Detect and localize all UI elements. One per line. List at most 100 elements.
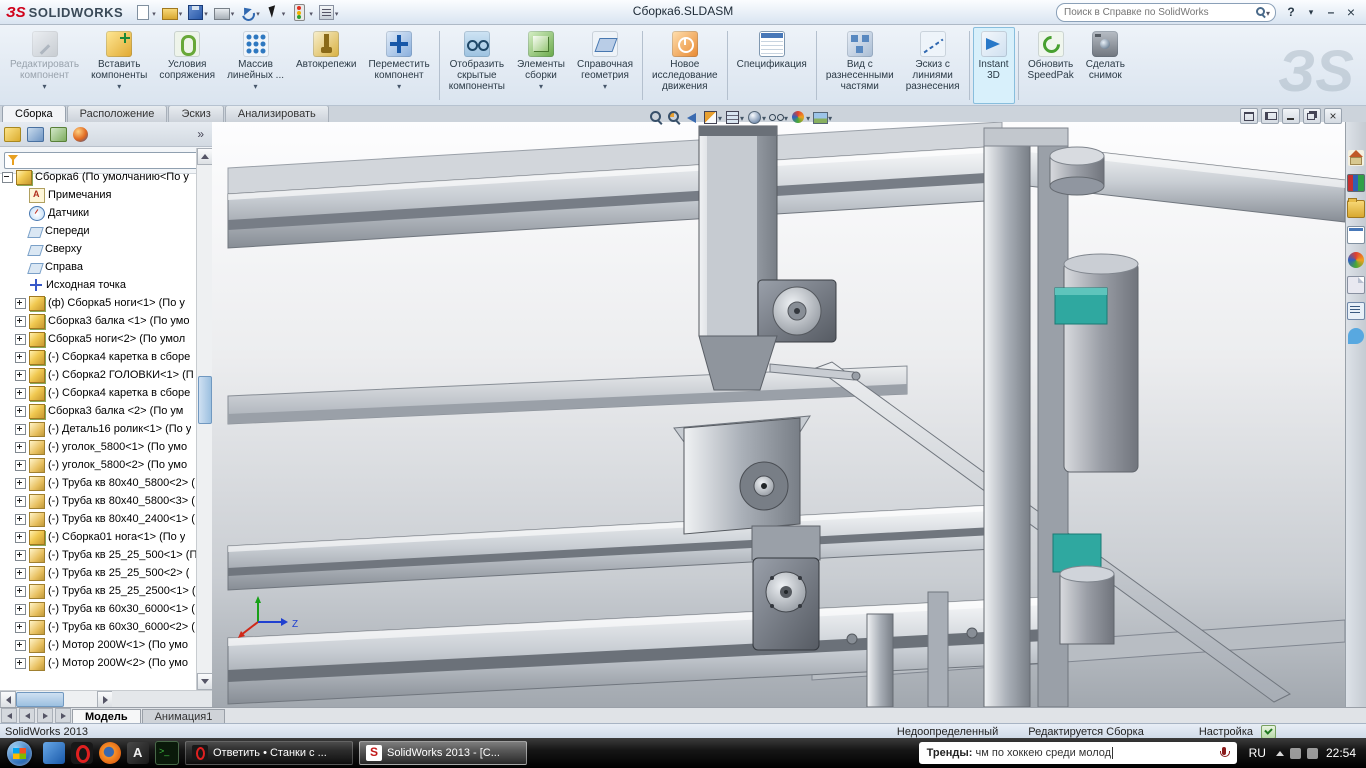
feature-tree-item[interactable]: Сборка3 балка <1> (По умо (0, 312, 197, 330)
expander-icon[interactable] (15, 297, 26, 309)
expander-icon[interactable] (15, 405, 26, 417)
settings-check-icon[interactable] (1261, 724, 1276, 739)
assembly-features-button[interactable]: Элементы сборки (511, 27, 571, 104)
features-tab-icon[interactable] (4, 126, 21, 142)
network-icon[interactable] (1289, 747, 1301, 759)
volume-icon[interactable] (1306, 747, 1318, 759)
dropdown-arrow-icon[interactable] (203, 3, 208, 21)
custom-properties-icon[interactable] (1347, 302, 1365, 320)
undo-button[interactable] (238, 2, 262, 22)
expander-icon[interactable] (15, 333, 26, 345)
expander-icon[interactable] (15, 603, 26, 615)
close-doc-button[interactable] (1324, 108, 1342, 124)
expander-icon[interactable] (15, 495, 26, 507)
options-button[interactable] (317, 2, 341, 22)
feature-tree-item[interactable]: Датчики (0, 204, 197, 222)
new-file-button[interactable] (133, 2, 158, 22)
move-component-button[interactable]: Переместить компонент (362, 27, 435, 104)
feature-tree-item[interactable]: (-) Сборка01 нога<1> (По у (0, 528, 197, 546)
expander-icon[interactable] (15, 459, 26, 471)
split-vertical-icon[interactable] (1261, 108, 1279, 124)
feature-tree-item[interactable]: Сборка5 ноги<2> (По умол (0, 330, 197, 348)
feature-tree-item[interactable]: (-) Сборка4 каретка в сборе (0, 348, 197, 366)
feature-tree-item[interactable]: (-) Труба кв 60x30_6000<1> ( (0, 600, 197, 618)
zoom-area-button[interactable] (666, 109, 682, 125)
last-tab-button[interactable] (55, 708, 71, 723)
forum-icon[interactable] (1348, 328, 1364, 344)
dropdown-arrow-icon[interactable] (740, 108, 744, 126)
mates-button[interactable]: Условия сопряжения (153, 27, 221, 104)
configurations-tab-icon[interactable] (50, 126, 67, 142)
console-icon[interactable] (155, 741, 179, 765)
dropdown-arrow-icon[interactable] (254, 81, 258, 89)
display-tab-icon[interactable] (73, 126, 88, 142)
dropdown-arrow-icon[interactable] (784, 108, 788, 126)
expander-icon[interactable] (15, 567, 26, 579)
feature-tree-item[interactable]: Справа (0, 258, 197, 276)
expander-icon[interactable] (15, 549, 26, 561)
snapshot-button[interactable]: Сделать снимок (1080, 27, 1131, 104)
feature-tree-item[interactable]: Спереди (0, 222, 197, 240)
scrollbar-thumb[interactable] (16, 692, 64, 707)
scene-button[interactable] (812, 108, 832, 126)
help-button[interactable] (1282, 4, 1300, 21)
expander-icon[interactable] (2, 171, 13, 183)
dropdown-arrow-icon[interactable] (828, 108, 832, 126)
tab-sketch[interactable]: Эскиз (168, 105, 224, 122)
section-view-button[interactable] (702, 108, 722, 126)
scrollbar-thumb[interactable] (198, 375, 212, 424)
model-tab[interactable]: Модель (72, 709, 141, 724)
dropdown-arrow-icon[interactable] (539, 81, 543, 89)
expander-icon[interactable] (15, 387, 26, 399)
explode-lines-button[interactable]: Эскиз с линиями разнесения (900, 27, 966, 104)
tab-evaluate[interactable]: Анализировать (224, 105, 329, 122)
expander-icon[interactable] (15, 639, 26, 651)
dropdown-arrow-icon[interactable] (308, 3, 313, 21)
instant3d-button[interactable]: Instant 3D (972, 27, 1015, 104)
tab-layout[interactable]: Расположение (66, 105, 168, 122)
expander-icon[interactable] (15, 423, 26, 435)
expander-icon[interactable] (15, 351, 26, 363)
dropdown-arrow-icon[interactable] (117, 81, 121, 89)
feature-tree-item[interactable]: (-) Деталь16 ролик<1> (По у (0, 420, 197, 438)
feature-tree-item[interactable]: (-) Труба кв 25_25_2500<1> ( (0, 582, 197, 600)
expand-button[interactable] (1302, 4, 1320, 21)
start-button[interactable] (7, 740, 32, 766)
split-horizontal-icon[interactable] (1240, 108, 1258, 124)
smart-fasteners-button[interactable]: Автокрепежи (290, 27, 362, 104)
feature-tree-item[interactable]: Примечания (0, 186, 197, 204)
taskbar-task-button[interactable]: Ответить • Станки с ... (185, 741, 353, 765)
scroll-down-button[interactable] (197, 673, 213, 690)
close-button[interactable] (1342, 4, 1360, 21)
appearances-icon[interactable] (1348, 252, 1364, 268)
feature-tree-item[interactable]: (-) Труба кв 80x40_5800<3> ( (0, 492, 197, 510)
feature-tree-item[interactable]: Сверху (0, 240, 197, 258)
resources-icon[interactable] (1348, 150, 1364, 166)
hide-show-items-button[interactable] (768, 108, 788, 126)
view-orientation-button[interactable] (724, 108, 744, 126)
microphone-icon[interactable] (1219, 746, 1230, 760)
properties-tab-icon[interactable] (27, 126, 44, 142)
open-file-button[interactable] (160, 2, 185, 22)
taskbar-clock[interactable]: 22:54 (1326, 746, 1356, 760)
select-button[interactable] (264, 2, 288, 22)
edit-component-button[interactable]: Редактировать компонент (4, 27, 85, 104)
feature-tree-item[interactable]: (-) Сборка2 ГОЛОВКИ<1> (П (0, 366, 197, 384)
file-explorer-icon[interactable] (1347, 198, 1365, 218)
search-options-chevron-icon[interactable] (1266, 3, 1270, 21)
first-tab-button[interactable] (1, 708, 17, 723)
dropdown-arrow-icon[interactable] (230, 3, 235, 21)
previous-tab-button[interactable] (19, 708, 35, 723)
next-tab-button[interactable] (37, 708, 53, 723)
expander-icon[interactable] (15, 621, 26, 633)
motion-study-button[interactable]: Новое исследование движения (646, 27, 724, 104)
expand-panel-chevrons-icon[interactable] (197, 127, 208, 141)
feature-tree-item[interactable]: (-) уголок_5800<2> (По умо (0, 456, 197, 474)
dropdown-arrow-icon[interactable] (603, 81, 607, 89)
feature-tree-item[interactable]: (-) Мотор 200W<1> (По умо (0, 636, 197, 654)
dropdown-arrow-icon[interactable] (281, 3, 286, 21)
dropdown-arrow-icon[interactable] (762, 108, 766, 126)
scroll-right-button[interactable] (97, 691, 113, 708)
model-tab[interactable]: Анимация1 (141, 709, 226, 724)
previous-view-button[interactable] (684, 109, 700, 125)
